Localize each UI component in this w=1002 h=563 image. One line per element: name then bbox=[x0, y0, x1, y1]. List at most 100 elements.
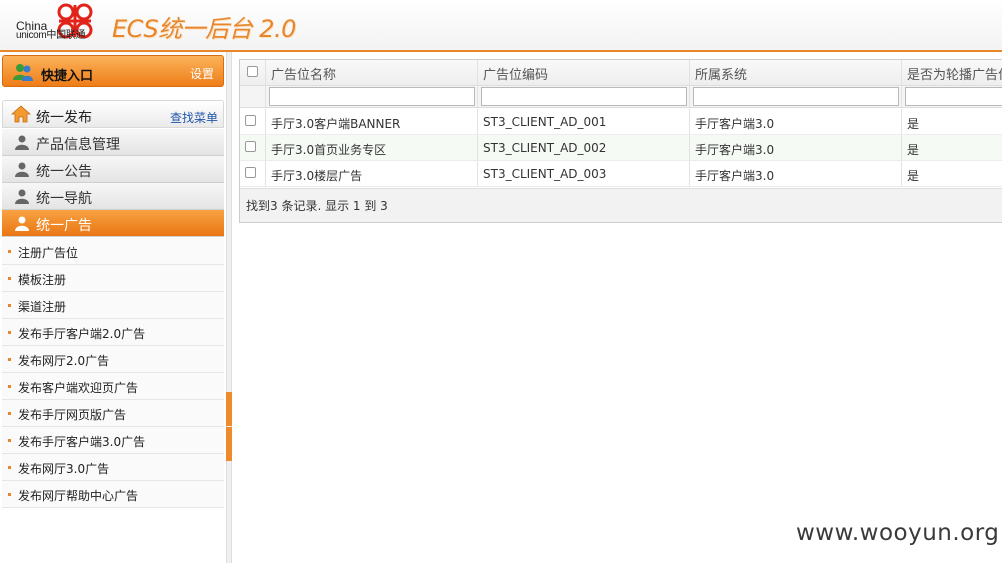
user-icon bbox=[14, 134, 30, 153]
main-menu: 产品信息管理 统一公告 统一导航 统一广告 bbox=[2, 129, 224, 237]
filter-input-system[interactable] bbox=[693, 87, 899, 106]
cell-text: ST3_CLIENT_AD_001 bbox=[483, 115, 607, 129]
column-header[interactable]: 广告位名称 bbox=[266, 60, 478, 85]
cell-text: 手厅客户端3.0 bbox=[695, 143, 775, 157]
filter-row bbox=[240, 86, 1002, 108]
app-title: ECS统一后台 2.0 bbox=[112, 15, 296, 43]
filter-input-name[interactable] bbox=[269, 87, 475, 106]
user-icon bbox=[14, 215, 30, 234]
bullet-icon bbox=[8, 439, 11, 442]
submenu-item-label: 发布客户端欢迎页广告 bbox=[18, 381, 139, 395]
table-cell: 手厅3.0楼层广告 bbox=[266, 161, 478, 186]
filter-spacer bbox=[240, 86, 266, 107]
submenu-item-label: 发布网厅2.0广告 bbox=[18, 354, 110, 368]
table-header-row: 广告位名称 广告位编码 所属系统 是否为轮播广告位 bbox=[240, 60, 1002, 86]
submenu-item[interactable]: 模板注册 bbox=[2, 265, 224, 292]
filter-input-code[interactable] bbox=[481, 87, 687, 106]
user-icon bbox=[14, 188, 30, 207]
submenu-item[interactable]: 发布手厅客户端3.0广告 bbox=[2, 427, 224, 454]
group-title: 统一发布 bbox=[36, 110, 92, 126]
sidebar: 快捷入口 设置 统一发布 查找菜单 产品信息管理 统一公告 统一导航 统一广告 … bbox=[0, 52, 226, 563]
table-cell: ST3_CLIENT_AD_003 bbox=[478, 161, 690, 186]
bullet-icon bbox=[8, 250, 11, 253]
menu-item-label: 统一公告 bbox=[36, 164, 92, 180]
find-menu-link[interactable]: 查找菜单 bbox=[170, 109, 218, 126]
ad-position-table: 广告位名称 广告位编码 所属系统 是否为轮播广告位 手厅3.0客户端BANNER… bbox=[239, 59, 1002, 223]
submenu-item[interactable]: 发布手厅客户端2.0广告 bbox=[2, 319, 224, 346]
submenu-item-label: 模板注册 bbox=[18, 273, 67, 287]
submenu-item[interactable]: 渠道注册 bbox=[2, 292, 224, 319]
column-header[interactable]: 广告位编码 bbox=[478, 60, 690, 85]
submenu-item[interactable]: 注册广告位 bbox=[2, 238, 224, 265]
submenu-item[interactable]: 发布手厅网页版广告 bbox=[2, 400, 224, 427]
submenu-item[interactable]: 发布网厅帮助中心广告 bbox=[2, 481, 224, 508]
watermark: www.wooyun.org bbox=[796, 520, 1000, 546]
filter-cell bbox=[266, 86, 478, 107]
submenu-item-label: 注册广告位 bbox=[18, 246, 79, 260]
record-count-text: 找到3 条记录. 显示 1 到 3 bbox=[246, 199, 388, 213]
filter-cell bbox=[902, 86, 1002, 107]
table-footer: 找到3 条记录. 显示 1 到 3 bbox=[240, 188, 1002, 222]
submenu-item-label: 发布手厅网页版广告 bbox=[18, 408, 127, 422]
table-cell: 手厅3.0客户端BANNER bbox=[266, 109, 478, 134]
table-cell: 是 bbox=[902, 135, 1002, 160]
menu-item-product-info[interactable]: 产品信息管理 bbox=[2, 129, 224, 156]
cell-text: 是 bbox=[907, 143, 920, 157]
sidebar-splitter[interactable] bbox=[226, 52, 232, 563]
collapse-handle[interactable] bbox=[226, 392, 232, 426]
column-header-label: 所属系统 bbox=[695, 68, 748, 83]
table-cell: 是 bbox=[902, 109, 1002, 134]
table-row[interactable]: 手厅3.0客户端BANNER ST3_CLIENT_AD_001 手厅客户端3.… bbox=[240, 109, 1002, 135]
bullet-icon bbox=[8, 358, 11, 361]
menu-item-announcement[interactable]: 统一公告 bbox=[2, 156, 224, 183]
bullet-icon bbox=[8, 331, 11, 334]
table-cell: 手厅客户端3.0 bbox=[690, 109, 902, 134]
submenu-item[interactable]: 发布客户端欢迎页广告 bbox=[2, 373, 224, 400]
cell-text: 手厅3.0首页业务专区 bbox=[271, 143, 387, 157]
row-checkbox[interactable] bbox=[245, 167, 256, 178]
select-all-checkbox[interactable] bbox=[247, 66, 258, 77]
submenu-item[interactable]: 发布网厅2.0广告 bbox=[2, 346, 224, 373]
menu-item-label: 统一导航 bbox=[36, 191, 92, 207]
bullet-icon bbox=[8, 304, 11, 307]
home-icon bbox=[10, 105, 32, 126]
column-header-label: 广告位编码 bbox=[483, 68, 549, 83]
menu-item-navigation[interactable]: 统一导航 bbox=[2, 183, 224, 210]
filter-cell bbox=[478, 86, 690, 107]
cell-text: 手厅客户端3.0 bbox=[695, 169, 775, 183]
quick-entry-bar[interactable]: 快捷入口 设置 bbox=[2, 55, 224, 87]
collapse-handle[interactable] bbox=[226, 427, 232, 461]
table-row[interactable]: 手厅3.0楼层广告 ST3_CLIENT_AD_003 手厅客户端3.0 是 bbox=[240, 161, 1002, 187]
table-cell: 手厅客户端3.0 bbox=[690, 161, 902, 186]
bullet-icon bbox=[8, 385, 11, 388]
submenu-item-label: 发布手厅客户端3.0广告 bbox=[18, 435, 146, 449]
select-all-cell bbox=[240, 60, 266, 85]
row-select-cell bbox=[240, 161, 266, 186]
submenu-item-label: 发布手厅客户端2.0广告 bbox=[18, 327, 146, 341]
logo-text-unicom: unicom中国联通 bbox=[16, 30, 86, 41]
cell-text: ST3_CLIENT_AD_003 bbox=[483, 167, 607, 181]
bullet-icon bbox=[8, 277, 11, 280]
table-cell: 手厅3.0首页业务专区 bbox=[266, 135, 478, 160]
filter-input-carousel[interactable] bbox=[905, 87, 1002, 106]
china-unicom-logo: China unicom中国联通 bbox=[14, 0, 100, 46]
row-checkbox[interactable] bbox=[245, 115, 256, 126]
users-icon bbox=[12, 61, 34, 86]
table-row[interactable]: 手厅3.0首页业务专区 ST3_CLIENT_AD_002 手厅客户端3.0 是 bbox=[240, 135, 1002, 161]
column-header-label: 是否为轮播广告位 bbox=[907, 68, 1002, 83]
column-header[interactable]: 是否为轮播广告位 bbox=[902, 60, 1002, 85]
table-cell: ST3_CLIENT_AD_001 bbox=[478, 109, 690, 134]
user-icon bbox=[14, 161, 30, 180]
menu-item-advertising[interactable]: 统一广告 bbox=[2, 210, 224, 237]
row-select-cell bbox=[240, 135, 266, 160]
row-select-cell bbox=[240, 109, 266, 134]
menu-item-label: 产品信息管理 bbox=[36, 137, 120, 153]
group-header-unified-publish[interactable]: 统一发布 查找菜单 bbox=[2, 100, 224, 128]
column-header[interactable]: 所属系统 bbox=[690, 60, 902, 85]
row-checkbox[interactable] bbox=[245, 141, 256, 152]
table-cell: ST3_CLIENT_AD_002 bbox=[478, 135, 690, 160]
submenu-item[interactable]: 发布网厅3.0广告 bbox=[2, 454, 224, 481]
bullet-icon bbox=[8, 466, 11, 469]
column-header-label: 广告位名称 bbox=[271, 68, 337, 83]
settings-link[interactable]: 设置 bbox=[190, 65, 214, 82]
